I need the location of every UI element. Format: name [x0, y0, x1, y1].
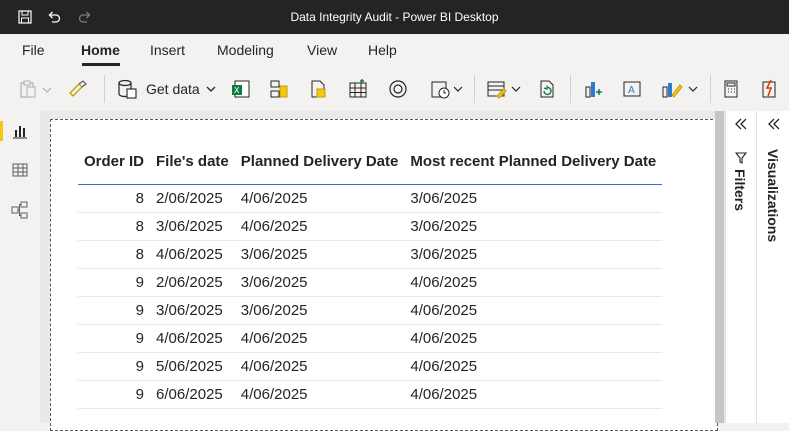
- report-page[interactable]: Order ID File's date Planned Delivery Da…: [50, 119, 718, 431]
- table-cell: 8: [78, 212, 151, 241]
- text-box-icon[interactable]: A: [621, 78, 643, 100]
- table-view-icon[interactable]: [10, 160, 30, 180]
- expand-visualizations-icon[interactable]: [767, 117, 781, 136]
- table-cell: 3/06/2025: [404, 184, 663, 213]
- table-cell: 3/06/2025: [404, 212, 663, 241]
- table-cell: 9: [78, 296, 151, 325]
- enter-data-icon[interactable]: [347, 78, 369, 100]
- table-cell: 3/06/2025: [234, 268, 405, 297]
- active-view-indicator: [0, 121, 3, 141]
- table-row[interactable]: 9 6/06/2025 4/06/2025 4/06/2025: [78, 380, 663, 409]
- menu-view[interactable]: View: [307, 42, 337, 58]
- table-cell: 4/06/2025: [234, 380, 405, 409]
- excel-icon[interactable]: X: [230, 78, 252, 100]
- refresh-icon[interactable]: [536, 78, 558, 100]
- table-row[interactable]: 8 3/06/2025 4/06/2025 3/06/2025: [78, 212, 663, 241]
- table-cell: 3/06/2025: [234, 296, 405, 325]
- table-cell: 3/06/2025: [150, 296, 235, 325]
- quick-measure-icon[interactable]: [758, 78, 780, 100]
- table-row[interactable]: 9 3/06/2025 3/06/2025 4/06/2025: [78, 296, 663, 325]
- report-view-icon[interactable]: [10, 121, 30, 141]
- ribbon-separator: [710, 75, 711, 103]
- table-cell: 2/06/2025: [150, 184, 235, 213]
- canvas-scrollbar[interactable]: [715, 111, 724, 423]
- table-cell: 9: [78, 324, 151, 353]
- table-cell: 4/06/2025: [404, 380, 663, 409]
- filters-label: Filters: [732, 169, 748, 212]
- table-cell: 3/06/2025: [404, 240, 663, 269]
- menu-home[interactable]: Home: [81, 42, 120, 58]
- column-header[interactable]: Most recent Planned Delivery Date: [404, 150, 663, 185]
- table-row[interactable]: 9 4/06/2025 4/06/2025 4/06/2025: [78, 324, 663, 353]
- column-header[interactable]: File's date: [150, 150, 235, 185]
- table-cell: 6/06/2025: [150, 380, 235, 409]
- ribbon-separator: [474, 75, 475, 103]
- table-cell: 4/06/2025: [404, 268, 663, 297]
- chevron-down-icon: [206, 80, 216, 98]
- table-row[interactable]: 9 5/06/2025 4/06/2025 4/06/2025: [78, 352, 663, 381]
- refresh-schedule-icon[interactable]: [429, 78, 465, 100]
- new-visual-icon[interactable]: [582, 78, 604, 100]
- window-title: Data Integrity Audit - Power BI Desktop: [290, 10, 499, 24]
- table-cell: 3/06/2025: [150, 212, 235, 241]
- menu-file[interactable]: File: [22, 42, 45, 58]
- menu-insert[interactable]: Insert: [150, 42, 185, 58]
- table-cell: 8: [78, 184, 151, 213]
- dataverse-icon[interactable]: [307, 78, 329, 100]
- more-visuals-icon[interactable]: [660, 78, 700, 100]
- table-cell: 4/06/2025: [234, 184, 405, 213]
- table-cell: 4/06/2025: [234, 212, 405, 241]
- table-cell: 4/06/2025: [150, 240, 235, 269]
- table-cell: 4/06/2025: [234, 324, 405, 353]
- active-tab-indicator: [82, 63, 120, 66]
- table-visual[interactable]: Order ID File's date Planned Delivery Da…: [78, 150, 663, 409]
- table-cell: 2/06/2025: [150, 268, 235, 297]
- expand-filters-icon[interactable]: [734, 117, 748, 136]
- visualizations-pane[interactable]: Visualizations: [756, 111, 789, 423]
- filters-pane[interactable]: Filters: [725, 111, 756, 423]
- new-measure-icon[interactable]: [720, 78, 742, 100]
- table-cell: 4/06/2025: [234, 352, 405, 381]
- table-cell: 3/06/2025: [234, 240, 405, 269]
- svg-text:A: A: [628, 85, 635, 96]
- get-data-label: Get data: [146, 81, 200, 97]
- ribbon-separator: [104, 75, 105, 103]
- table-cell: 4/06/2025: [150, 324, 235, 353]
- svg-text:X: X: [234, 86, 240, 95]
- table-row[interactable]: 8 2/06/2025 4/06/2025 3/06/2025: [78, 184, 663, 213]
- paste-icon[interactable]: [18, 78, 54, 100]
- recent-sources-icon[interactable]: [387, 78, 409, 100]
- filter-icon: [734, 151, 748, 169]
- table-cell: 9: [78, 380, 151, 409]
- visualizations-label: Visualizations: [765, 149, 781, 243]
- table-cell: 9: [78, 352, 151, 381]
- model-view-icon[interactable]: [10, 200, 30, 220]
- transform-data-icon[interactable]: [485, 78, 523, 100]
- column-header[interactable]: Order ID: [78, 150, 151, 185]
- get-data-button[interactable]: Get data: [116, 78, 220, 100]
- ribbon-separator: [570, 75, 571, 103]
- table-cell: 4/06/2025: [404, 324, 663, 353]
- table-cell: 9: [78, 268, 151, 297]
- table-cell: 5/06/2025: [150, 352, 235, 381]
- title-bar: Data Integrity Audit - Power BI Desktop: [0, 0, 789, 34]
- ribbon: Get data X A: [0, 67, 789, 112]
- get-data-icon: [116, 79, 138, 99]
- left-nav: [0, 111, 40, 423]
- sql-server-icon[interactable]: [268, 78, 290, 100]
- table-cell: 4/06/2025: [404, 296, 663, 325]
- table-row[interactable]: 8 4/06/2025 3/06/2025 3/06/2025: [78, 240, 663, 269]
- format-painter-icon[interactable]: [66, 78, 88, 100]
- table-row[interactable]: 9 2/06/2025 3/06/2025 4/06/2025: [78, 268, 663, 297]
- table-cell: 4/06/2025: [404, 352, 663, 381]
- menu-help[interactable]: Help: [368, 42, 397, 58]
- table-header-row: Order ID File's date Planned Delivery Da…: [78, 150, 663, 185]
- report-canvas: Order ID File's date Planned Delivery Da…: [40, 111, 725, 431]
- table-cell: 8: [78, 240, 151, 269]
- column-header[interactable]: Planned Delivery Date: [234, 150, 405, 185]
- menu-modeling[interactable]: Modeling: [217, 42, 274, 58]
